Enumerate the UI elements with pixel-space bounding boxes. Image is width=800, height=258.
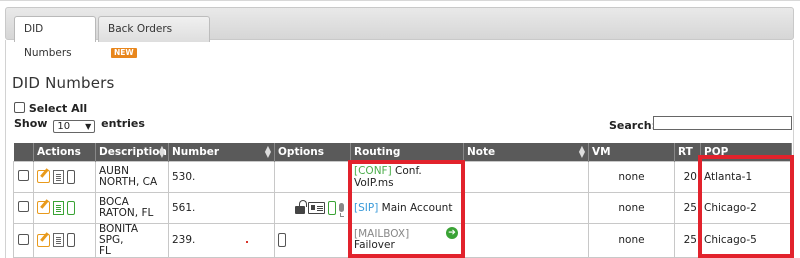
actions-cell [33, 160, 96, 193]
page-size-select[interactable]: 10 ▼ [53, 120, 96, 133]
col-note[interactable]: Note ▲ ▼ [463, 143, 589, 161]
search-label: Search: [609, 119, 656, 132]
pop-cell: Chicago-2 [700, 191, 792, 224]
page-size-value: 10 [57, 121, 71, 132]
tab-did-numbers[interactable]: DID Numbers [14, 16, 96, 59]
table-header-row: Actions Description ▲ ▼ Number ▲ ▼ Options R… [13, 143, 792, 161]
edit-icon[interactable] [37, 233, 50, 247]
col-rt[interactable]: RT [674, 143, 701, 161]
show-label: Show [14, 117, 48, 130]
row-checkbox[interactable] [18, 233, 29, 245]
sort-icon: ▲ ▼ [158, 144, 165, 159]
col-options[interactable]: Options [274, 143, 351, 161]
edit-icon[interactable] [37, 170, 50, 183]
col-number[interactable]: Number ▲ ▼ [168, 143, 275, 161]
col-label: Number [172, 145, 220, 158]
vm-cell: none [588, 222, 675, 258]
caller-id-card-icon[interactable] [308, 201, 325, 214]
description-line: BONITA SPG, [99, 222, 139, 246]
vm-cell: none [588, 160, 675, 193]
routing-cell: [MAILBOX] ➔ Failover [350, 222, 464, 258]
col-pop[interactable]: POP [700, 143, 792, 161]
description-line: NORTH, CA [99, 175, 158, 188]
row-select-cell [13, 160, 34, 193]
red-mark [246, 241, 248, 243]
entries-label: entries [101, 117, 145, 130]
phone-icon[interactable] [67, 169, 75, 184]
col-select [13, 143, 34, 161]
sort-icon: ▲ ▼ [578, 144, 585, 159]
note-cell [463, 160, 589, 193]
top-divider [0, 0, 800, 4]
edit-icon[interactable] [37, 201, 50, 214]
unlock-icon[interactable] [295, 200, 307, 214]
microphone-icon[interactable] [339, 203, 344, 217]
options-cell [274, 222, 351, 258]
col-routing[interactable]: Routing [350, 143, 464, 161]
routing-cell: [CONF] Conf. VoIP.ms [350, 160, 464, 193]
select-all-label: Select All [28, 102, 88, 115]
table-row: BONITA SPG, FL 239. [MAILBOX] ➔ Failover no… [13, 222, 792, 258]
document-icon[interactable] [53, 169, 64, 184]
page-size-control: Show 10 ▼ entries [14, 117, 145, 133]
go-arrow-icon[interactable]: ➔ [446, 226, 458, 239]
rt-cell: 25 [674, 191, 701, 224]
tab-bar: DID Numbers Back OrdersNEW [5, 7, 794, 59]
rt-cell: 25 [674, 222, 701, 258]
description-line: FL [99, 244, 111, 257]
col-actions[interactable]: Actions [33, 143, 96, 161]
routing-tag: [CONF] [354, 164, 392, 177]
description-cell: AUBN NORTH, CA [95, 160, 169, 193]
page-title: DID Numbers [12, 74, 115, 92]
col-label: Note [467, 145, 496, 158]
document-icon[interactable] [53, 200, 64, 215]
number-cell: 530. [168, 160, 275, 193]
routing-text: Failover [354, 239, 395, 251]
phone-icon[interactable] [67, 200, 75, 215]
document-icon[interactable] [53, 233, 64, 247]
description-cell: BOCA RATON, FL [95, 191, 169, 224]
did-table: Actions Description ▲ ▼ Number ▲ ▼ Options R… [13, 143, 792, 258]
tab-back-orders[interactable]: Back OrdersNEW [98, 16, 210, 58]
select-all-checkbox[interactable] [14, 102, 25, 113]
vm-cell: none [588, 191, 675, 224]
actions-cell [33, 222, 96, 258]
select-all-control: Select All [14, 102, 87, 114]
actions-cell [33, 191, 96, 224]
description-line: RATON, FL [99, 206, 154, 219]
number-cell: 561. [168, 191, 275, 224]
rt-cell: 20 [674, 160, 701, 193]
phone-icon[interactable] [278, 233, 286, 247]
description-cell: BONITA SPG, FL [95, 222, 169, 258]
search-input[interactable] [653, 116, 792, 130]
chevron-down-icon: ▼ [85, 122, 92, 131]
options-cell [274, 191, 351, 224]
phone-icon[interactable] [328, 200, 336, 215]
row-checkbox[interactable] [18, 201, 29, 212]
row-select-cell [13, 222, 34, 258]
routing-text: Main Account [381, 201, 453, 214]
tab-label: Back Orders [108, 23, 173, 35]
col-vm[interactable]: VM [588, 143, 675, 161]
routing-cell: [SIP] Main Account [350, 191, 464, 224]
phone-icon[interactable] [67, 233, 75, 247]
pop-cell: Atlanta-1 [700, 160, 792, 193]
col-description[interactable]: Description ▲ ▼ [95, 143, 169, 161]
note-cell [463, 191, 589, 224]
row-checkbox[interactable] [18, 170, 29, 181]
table-row: AUBN NORTH, CA 530. [CONF] Conf. VoIP.ms … [13, 160, 792, 193]
col-label: Description [99, 145, 167, 158]
options-cell [274, 160, 351, 193]
row-select-cell [13, 191, 34, 224]
note-cell [463, 222, 589, 258]
sort-icon: ▲ ▼ [264, 144, 271, 159]
table-row: BOCA RATON, FL 561. [SIP] Main Account no… [13, 191, 792, 224]
routing-tag: [SIP] [354, 201, 379, 214]
pop-cell: Chicago-5 [700, 222, 792, 258]
number-cell: 239. [168, 222, 275, 258]
